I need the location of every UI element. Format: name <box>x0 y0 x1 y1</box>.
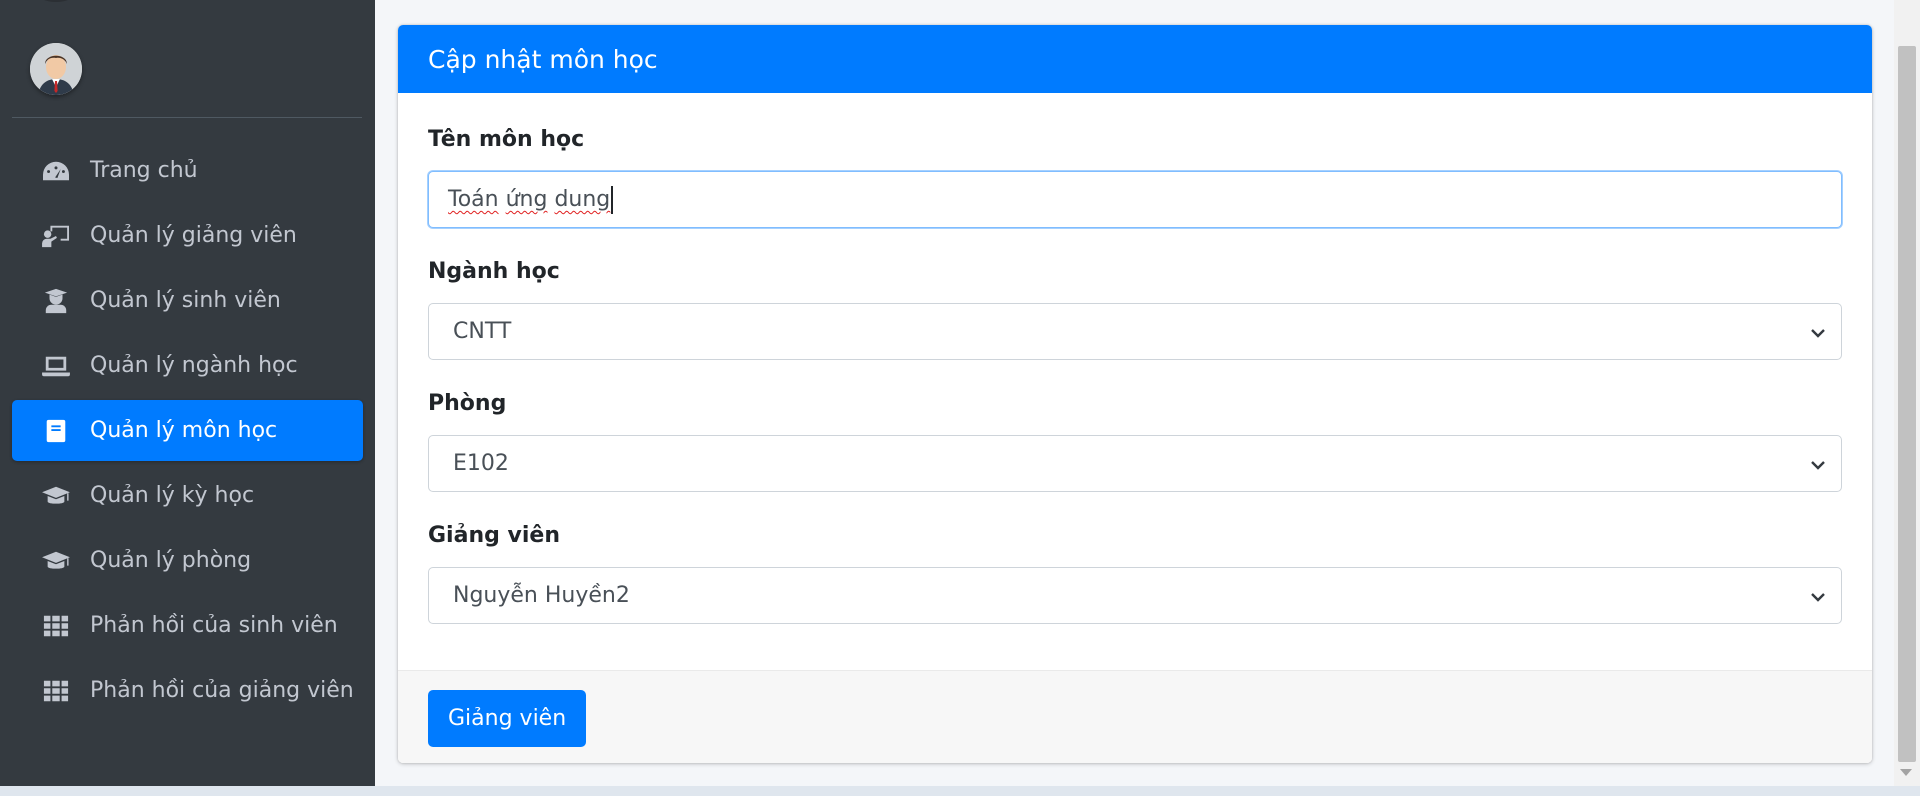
bottom-edge-strip <box>0 786 1920 796</box>
avatar[interactable] <box>30 43 82 95</box>
sidebar-item-label: Trang chủ <box>90 158 198 183</box>
chevron-down-icon <box>1809 455 1827 473</box>
laptop-icon <box>40 352 72 380</box>
lecturer-selected-value: Nguyễn Huyền2 <box>453 583 630 608</box>
card-header: Cập nhật môn học <box>398 25 1872 93</box>
grid-icon <box>40 677 72 705</box>
chalkboard-teacher-icon <box>40 222 72 250</box>
room-group: Phòng E102 <box>428 391 1842 492</box>
user-graduate-icon <box>40 287 72 315</box>
card-footer: Giảng viên <box>398 670 1872 763</box>
chevron-down-icon <box>1809 323 1827 341</box>
subject-name-group: Tên môn học Toán ứng dung <box>428 127 1842 228</box>
sidebar-item-label: Quản lý môn học <box>90 418 278 443</box>
major-selected-value: CNTT <box>453 319 512 344</box>
grid-icon <box>40 612 72 640</box>
sidebar-item-home[interactable]: Trang chủ <box>12 140 363 201</box>
sidebar-item-students[interactable]: Quản lý sinh viên <box>12 270 363 331</box>
submit-button[interactable]: Giảng viên <box>428 690 587 747</box>
graduation-cap-icon <box>40 482 72 510</box>
sidebar-item-label: Quản lý sinh viên <box>90 288 281 313</box>
room-label: Phòng <box>428 391 507 416</box>
scroll-down-arrow-icon[interactable] <box>1900 769 1912 776</box>
room-select[interactable]: E102 <box>428 435 1842 492</box>
room-selected-value: E102 <box>453 451 509 476</box>
input-space <box>547 187 554 212</box>
sidebar-item-label: Quản lý giảng viên <box>90 223 297 248</box>
sidebar-item-student-feedback[interactable]: Phản hồi của sinh viên <box>12 595 363 656</box>
sidebar-item-semesters[interactable]: Quản lý kỳ học <box>12 465 363 526</box>
graduation-cap-icon <box>40 547 72 575</box>
text-cursor <box>611 185 613 214</box>
lecturer-label: Giảng viên <box>428 523 560 548</box>
major-select[interactable]: CNTT <box>428 303 1842 360</box>
book-icon <box>40 417 72 445</box>
sidebar-item-label: Quản lý phòng <box>90 548 252 573</box>
dashboard-icon <box>40 157 72 185</box>
sidebar-item-label: Phản hồi của sinh viên <box>90 613 338 638</box>
sidebar-item-lecturer-feedback[interactable]: Phản hồi của giảng viên <box>12 660 363 721</box>
sidebar-nav: Trang chủ Quản lý giảng viên Quản lý sin… <box>12 140 363 725</box>
subject-name-label: Tên môn học <box>428 127 585 152</box>
sidebar: Trang chủ Quản lý giảng viên Quản lý sin… <box>0 0 375 786</box>
scrollbar-thumb[interactable] <box>1898 46 1916 762</box>
chevron-down-icon <box>1809 587 1827 605</box>
lecturer-group: Giảng viên Nguyễn Huyền2 <box>428 523 1842 624</box>
app-window: Trang chủ Quản lý giảng viên Quản lý sin… <box>0 0 1920 796</box>
sidebar-brand-logo <box>36 0 76 2</box>
sidebar-item-rooms[interactable]: Quản lý phòng <box>12 530 363 591</box>
card-body: Tên môn học Toán ứng dung Ngành học CNTT <box>398 93 1872 624</box>
sidebar-item-label: Quản lý kỳ học <box>90 483 255 508</box>
input-space <box>499 187 506 212</box>
sidebar-item-label: Phản hồi của giảng viên <box>90 678 354 703</box>
card-title: Cập nhật môn học <box>428 44 658 74</box>
sidebar-item-label: Quản lý ngành học <box>90 353 298 378</box>
lecturer-select[interactable]: Nguyễn Huyền2 <box>428 567 1842 624</box>
input-word: Toán <box>448 187 499 212</box>
major-group: Ngành học CNTT <box>428 259 1842 360</box>
sidebar-item-subjects[interactable]: Quản lý môn học <box>12 400 363 461</box>
sidebar-item-lecturers[interactable]: Quản lý giảng viên <box>12 205 363 266</box>
user-panel <box>12 18 362 118</box>
avatar-image <box>30 43 82 95</box>
input-word: ứng <box>505 187 548 212</box>
update-subject-card: Cập nhật môn học Tên môn học Toán ứng du… <box>398 25 1872 763</box>
page-scrollbar[interactable] <box>1894 0 1920 786</box>
sidebar-item-majors[interactable]: Quản lý ngành học <box>12 335 363 396</box>
input-word: dung <box>554 187 611 212</box>
subject-name-input[interactable]: Toán ứng dung <box>428 171 1842 228</box>
major-label: Ngành học <box>428 259 560 284</box>
